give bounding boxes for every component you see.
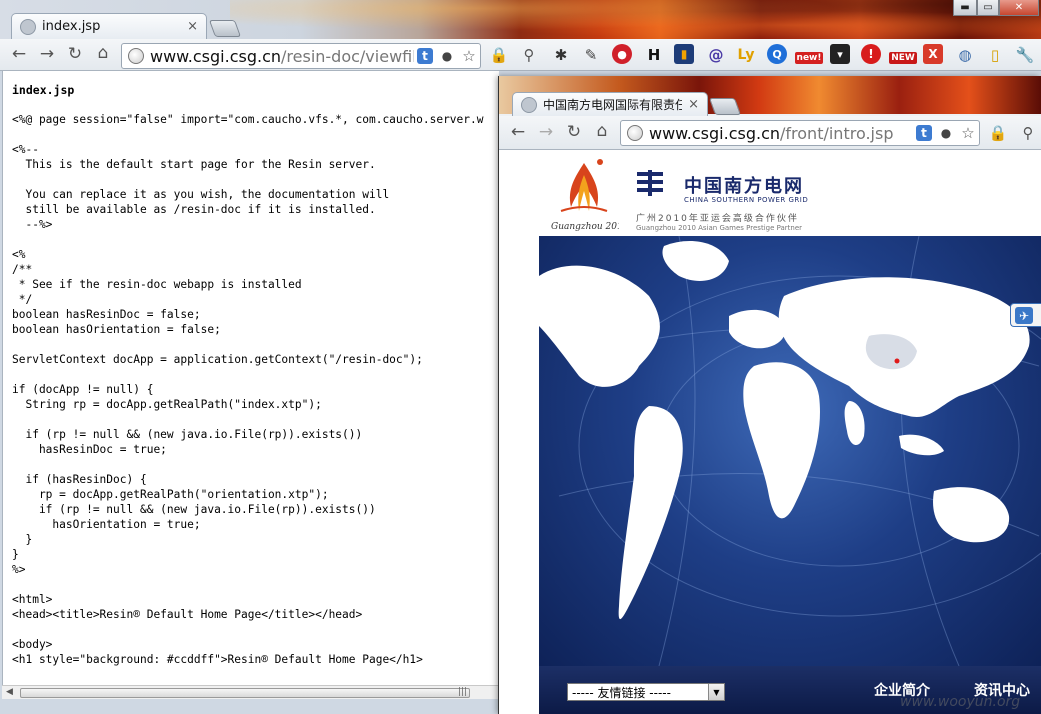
globe-icon <box>128 48 144 64</box>
forward-button[interactable]: → <box>36 44 58 64</box>
asian-games-logo-icon: Guangzhou 2010 <box>551 159 619 232</box>
back-button[interactable]: ← <box>8 44 30 64</box>
alert-icon[interactable]: ! <box>861 44 881 64</box>
forward-button[interactable]: → <box>535 122 557 142</box>
url-text[interactable]: www.csgi.csg.cn/front/intro.jsp <box>649 124 913 143</box>
tab-label: 中国南方电网国际有限责任 <box>543 98 683 112</box>
x-icon[interactable]: X <box>923 44 943 64</box>
new-icon[interactable]: new! <box>795 52 823 64</box>
watermark: www.wooyun.org <box>900 694 1021 710</box>
bug-icon[interactable]: ✱ <box>550 44 572 66</box>
ly-icon[interactable]: Ly <box>735 44 757 66</box>
bulb-icon[interactable]: ● <box>938 125 954 141</box>
chevron-down-icon[interactable]: ▼ <box>708 684 724 700</box>
translate-icon[interactable]: t <box>916 125 932 141</box>
world-map-image <box>539 236 1041 666</box>
file-title: index.jsp <box>12 83 75 97</box>
csg-logo-icon <box>637 170 663 196</box>
friendly-links-select[interactable]: ----- 友情链接 ----- ▼ <box>567 683 725 701</box>
usb-icon[interactable]: ▯ <box>984 44 1006 66</box>
maximize-button[interactable]: ▭ <box>977 0 999 16</box>
globe-icon <box>627 125 643 141</box>
url-text[interactable]: www.csgi.csg.cn/resin-doc/viewfile/? <box>150 47 414 66</box>
source-viewer[interactable]: index.jsp <%@ page session="false" impor… <box>2 71 499 685</box>
scroll-left-arrow-icon[interactable]: ◀ <box>6 687 13 697</box>
earth-icon[interactable]: ◍ <box>954 44 976 66</box>
floating-share-tab[interactable]: ✈ <box>1010 303 1041 327</box>
h-icon[interactable]: H <box>643 44 665 66</box>
source-code: <%@ page session="false" import="com.cau… <box>12 113 484 666</box>
toolbar: ← → ↻ ⌂ www.csgi.csg.cn/resin-doc/viewfi… <box>0 39 1041 71</box>
address-bar[interactable]: www.csgi.csg.cn/resin-doc/viewfile/? t ●… <box>121 43 481 69</box>
svg-text:Guangzhou 2010: Guangzhou 2010 <box>551 222 619 232</box>
search-icon[interactable]: ⚲ <box>1017 122 1039 144</box>
lock-icon[interactable]: 🔒 <box>488 44 510 66</box>
page-favicon-icon <box>521 96 537 113</box>
toolbar-front: ← → ↻ ⌂ www.csgi.csg.cn/front/intro.jsp … <box>499 116 1041 150</box>
translate-icon[interactable]: t <box>417 48 433 64</box>
tab-index-jsp[interactable]: index.jsp × <box>11 13 207 39</box>
spiral-icon[interactable]: @ <box>705 44 727 66</box>
pen-icon[interactable]: ✎ <box>580 44 602 66</box>
address-bar[interactable]: www.csgi.csg.cn/front/intro.jsp t ● ☆ <box>620 120 980 146</box>
stop-icon[interactable]: ● <box>612 44 632 64</box>
reload-button[interactable]: ↻ <box>563 122 585 142</box>
scrollbar-thumb[interactable] <box>20 688 470 698</box>
lock-icon[interactable]: 🔒 <box>987 122 1009 144</box>
bookmark-star-icon[interactable]: ☆ <box>960 124 976 142</box>
tab-csgi-intro[interactable]: 中国南方电网国际有限责任 × <box>512 92 708 116</box>
minimize-button[interactable]: ▬ <box>953 0 977 16</box>
q-icon[interactable]: Q <box>767 44 787 64</box>
site-header: Guangzhou 2010 中国南方电网 CHINA SOUTHERN POW… <box>539 150 1041 235</box>
page-favicon-icon <box>20 18 36 35</box>
tab-close-icon[interactable]: × <box>688 97 699 112</box>
web-page: Guangzhou 2010 中国南方电网 CHINA SOUTHERN POW… <box>499 150 1041 714</box>
horizontal-scrollbar[interactable]: ◀ ||| <box>2 685 499 699</box>
wrench-icon[interactable]: 🔧 <box>1014 44 1036 66</box>
plane-icon: ✈ <box>1015 307 1033 324</box>
theme-background <box>230 0 1041 42</box>
stats-icon[interactable]: ▮ <box>674 44 694 64</box>
company-name-cn: 中国南方电网 <box>684 176 804 197</box>
back-button[interactable]: ← <box>507 122 529 142</box>
home-button[interactable]: ⌂ <box>591 121 613 141</box>
select-value: ----- 友情链接 ----- <box>572 685 671 700</box>
browser-window-front: 中国南方电网国际有限责任 × ← → ↻ ⌂ www.csgi.csg.cn/f… <box>499 76 1041 714</box>
search-icon[interactable]: ⚲ <box>518 44 540 66</box>
box-icon[interactable]: ▾ <box>830 44 850 64</box>
tab-label: index.jsp <box>42 19 101 34</box>
new2-icon[interactable]: NEW <box>889 52 917 64</box>
close-window-button[interactable]: ✕ <box>999 0 1039 16</box>
bulb-icon[interactable]: ● <box>439 48 455 64</box>
sponsor-text-cn: 广州2010年亚运会高级合作伙伴 <box>636 214 799 224</box>
reload-button[interactable]: ↻ <box>64 44 86 64</box>
scrollbar-grip-icon: ||| <box>458 687 468 697</box>
company-name-en: CHINA SOUTHERN POWER GRID <box>684 196 809 204</box>
bookmark-star-icon[interactable]: ☆ <box>461 47 477 65</box>
home-button[interactable]: ⌂ <box>92 43 114 63</box>
sponsor-text-en: Guangzhou 2010 Asian Games Prestige Part… <box>636 224 803 232</box>
tab-close-icon[interactable]: × <box>187 19 198 34</box>
